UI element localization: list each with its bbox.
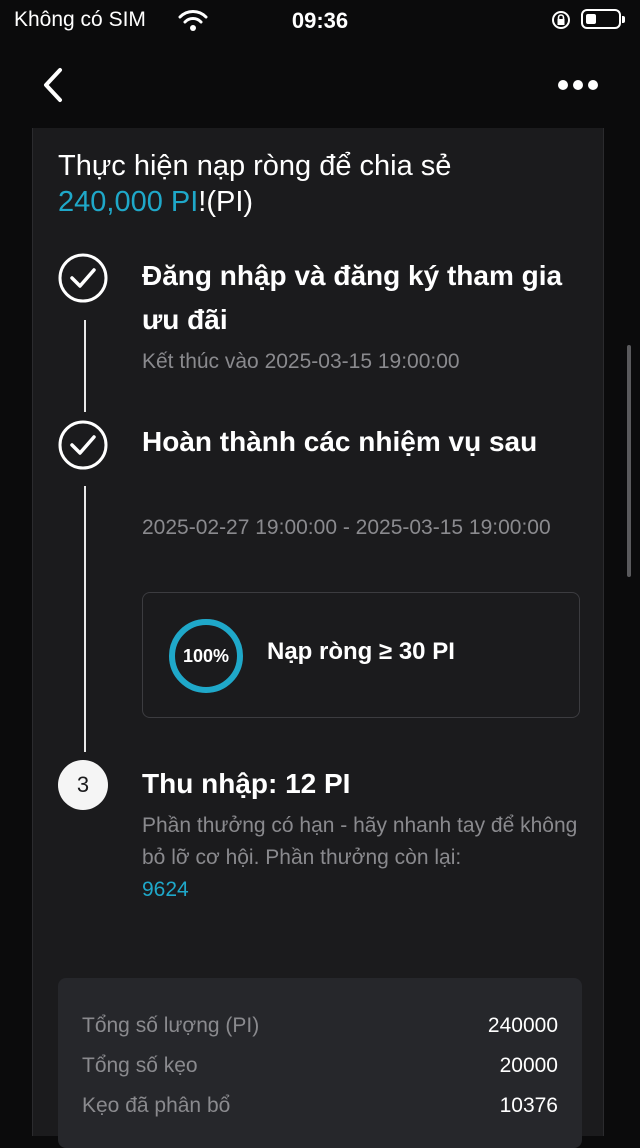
- summary-value: 240000: [487, 1014, 558, 1037]
- headline-suffix: !(PI): [198, 186, 254, 218]
- step-2-subtitle: 2025-02-27 19:00:00 - 2025-03-15 19:00:0…: [142, 516, 551, 539]
- step-1-subtitle: Kết thúc vào 2025-03-15 19:00:00: [142, 350, 460, 373]
- nav-bar: [0, 44, 640, 128]
- remaining-reward: 9624: [142, 878, 189, 901]
- step-1-check-icon: [58, 253, 108, 303]
- step-3-number: 3: [58, 760, 108, 810]
- step-2-check-icon: [58, 420, 108, 470]
- step-connector: [84, 486, 86, 752]
- summary-value: 20000: [499, 1054, 558, 1077]
- summary-panel: Tổng số lượng (PI) 240000 Tổng số kẹo 20…: [58, 978, 582, 1148]
- rotation-lock-icon: [552, 11, 570, 29]
- summary-label: Kẹo đã phân bổ: [82, 1094, 231, 1117]
- page-headline: Thực hiện nạp ròng để chia sẻ 240,000 PI!…: [58, 148, 578, 220]
- step-3-subtitle: Phần thưởng có hạn - hãy nhanh tay để kh…: [142, 810, 582, 906]
- summary-label: Tổng số lượng (PI): [82, 1014, 260, 1037]
- scrollbar[interactable]: [627, 345, 631, 577]
- headline-amount: 240,000 PI: [58, 186, 199, 218]
- step-3-title: Thu nhập: 12 PI: [142, 768, 351, 799]
- step-1-title: Đăng nhập và đăng ký tham gia ưu đãi: [142, 260, 563, 335]
- task-label: Nạp ròng ≥ 30 PI: [267, 638, 455, 665]
- summary-value: 10376: [499, 1094, 558, 1117]
- summary-label: Tổng số kẹo: [82, 1054, 198, 1077]
- reward-note: Phần thưởng có hạn - hãy nhanh tay để kh…: [142, 814, 578, 869]
- battery-icon: [581, 9, 625, 29]
- headline-prefix: Thực hiện nạp ròng để chia sẻ: [58, 150, 452, 182]
- status-bar: Không có SIM 09:36: [0, 0, 640, 44]
- chevron-left-icon[interactable]: [38, 64, 68, 106]
- step-2-title: Hoàn thành các nhiệm vụ sau: [142, 426, 538, 457]
- task-card: 100% Nạp ròng ≥ 30 PI: [142, 592, 580, 718]
- ellipsis-icon[interactable]: [556, 78, 600, 92]
- step-connector: [84, 320, 86, 412]
- progress-percent: 100%: [182, 646, 230, 666]
- clock-time: 09:36: [291, 8, 349, 33]
